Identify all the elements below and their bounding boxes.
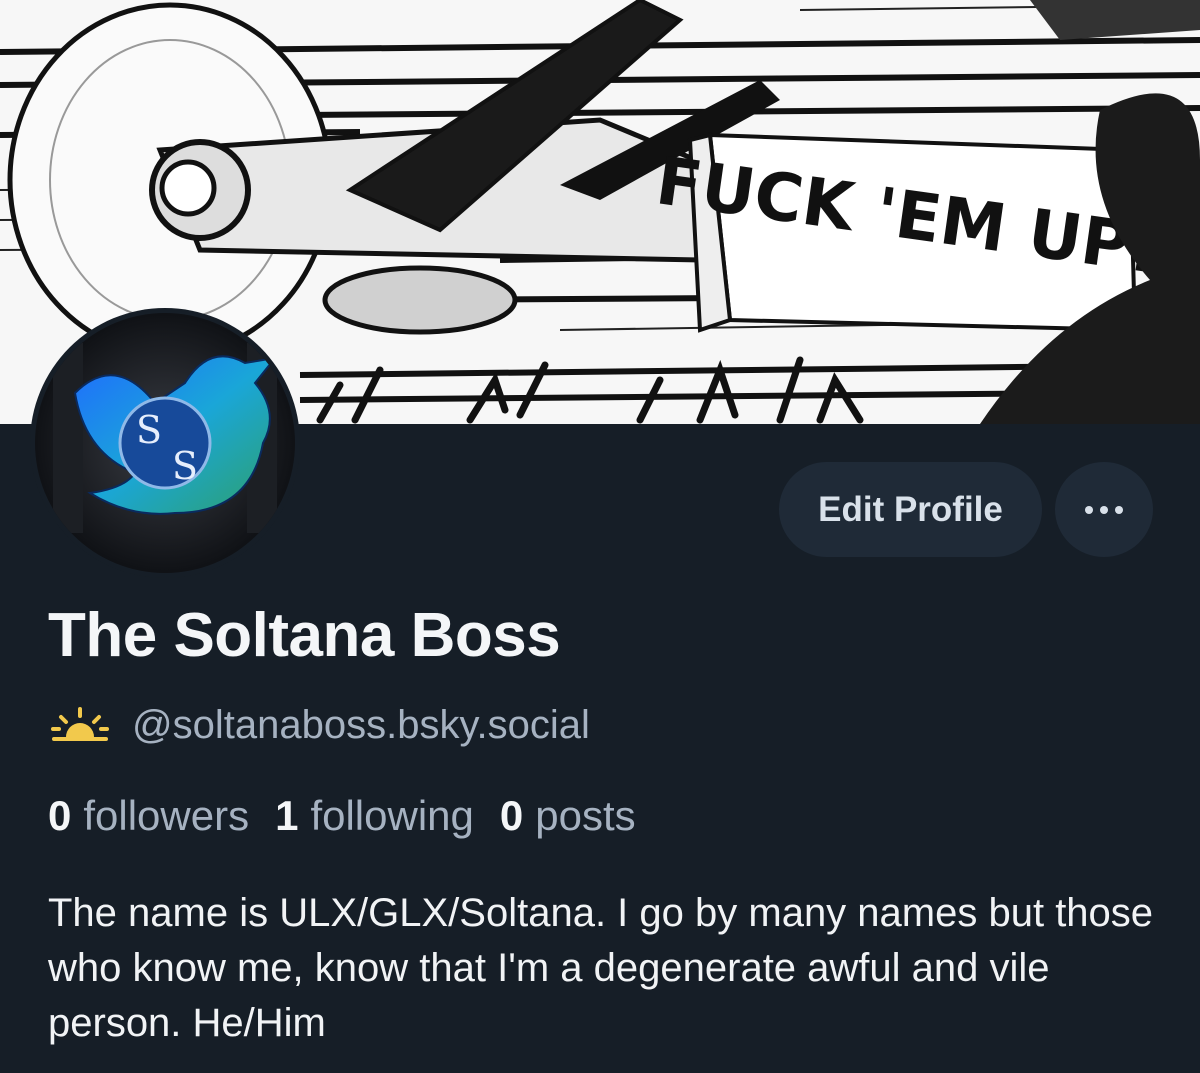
svg-text:S: S: [136, 408, 162, 452]
edit-profile-button[interactable]: Edit Profile: [779, 462, 1042, 557]
sunrise-icon: [51, 707, 109, 741]
handle[interactable]: @soltanaboss.bsky.social: [132, 703, 590, 748]
more-options-button[interactable]: [1055, 462, 1153, 557]
edit-profile-label: Edit Profile: [818, 489, 1003, 529]
followers-stat[interactable]: 0 followers: [48, 792, 249, 840]
posts-count: 0: [499, 792, 524, 839]
following-stat[interactable]: 1 following: [275, 792, 474, 840]
profile-stats: 0 followers 1 following 0 posts: [48, 792, 662, 840]
followers-label: followers: [83, 792, 250, 839]
svg-text:S: S: [172, 444, 198, 488]
following-count: 1: [275, 792, 299, 839]
followers-count: 0: [48, 792, 72, 839]
following-label: following: [310, 792, 474, 839]
posts-stat: 0 posts: [500, 792, 636, 840]
handle-row: @soltanaboss.bsky.social: [50, 700, 590, 750]
ellipsis-icon: [1085, 505, 1123, 514]
avatar[interactable]: S S: [30, 308, 300, 578]
posts-label: posts: [535, 792, 636, 839]
bird-logo-icon: S S: [53, 343, 278, 533]
bio: The name is ULX/GLX/Soltana. I go by man…: [48, 891, 1154, 1045]
display-name: The Soltana Boss: [48, 601, 561, 670]
avatar-image: S S: [35, 313, 295, 573]
